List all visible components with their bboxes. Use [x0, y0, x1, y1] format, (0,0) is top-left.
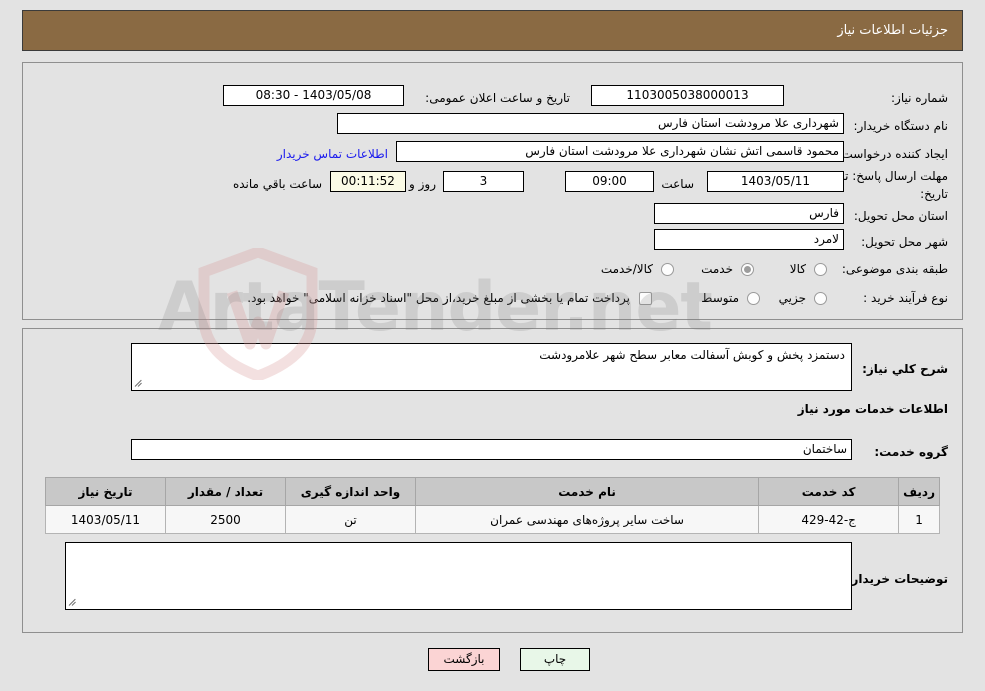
- services-table: ردیف کد خدمت نام خدمت واحد اندازه گیری ت…: [45, 477, 940, 534]
- public-announce-value[interactable]: 1403/05/08 - 08:30: [223, 85, 404, 106]
- subject-class-label: طبقه بندی موضوعی:: [841, 262, 948, 276]
- deadline-label-line1: مهلت ارسال پاسخ: تا: [841, 169, 948, 183]
- print-button[interactable]: چاپ: [520, 648, 590, 671]
- col-row: ردیف: [898, 477, 940, 506]
- cell-row: 1: [898, 505, 940, 534]
- general-desc-label: شرح کلي نیاز:: [862, 362, 948, 376]
- deadline-hour-label: ساعت: [661, 177, 694, 191]
- delivery-province-label: استان محل تحویل:: [853, 209, 948, 223]
- table-header-row: ردیف کد خدمت نام خدمت واحد اندازه گیری ت…: [45, 477, 940, 506]
- buyer-org-label: نام دستگاه خریدار:: [853, 119, 949, 133]
- cell-name: ساخت سایر پروژه‌های مهندسی عمران: [414, 505, 760, 534]
- remaining-days-label: روز و: [409, 177, 436, 191]
- delivery-city-label: شهر محل تحویل:: [861, 235, 948, 249]
- radio-subject-kala-label: کالا: [789, 262, 806, 276]
- page-header-bar: جزئیات اطلاعات نیاز: [22, 10, 963, 51]
- back-button[interactable]: بازگشت: [428, 648, 500, 671]
- radio-process-jozi[interactable]: [814, 292, 827, 305]
- buyer-comments-label: توضیحات خریدار:: [846, 572, 948, 586]
- checkbox-islamic-treasury-label: پرداخت تمام یا بخشی از مبلغ خرید،از محل …: [247, 291, 630, 305]
- radio-subject-kala[interactable]: [814, 263, 827, 276]
- public-announce-label: تاریخ و ساعت اعلان عمومی:: [425, 91, 570, 105]
- requester-value[interactable]: محمود قاسمی اتش نشان شهرداری علا مرودشت …: [396, 141, 844, 162]
- delivery-city-value[interactable]: لامرد: [654, 229, 844, 250]
- countdown-label: ساعت باقي مانده: [232, 177, 322, 191]
- cell-code: ج-42-429: [758, 505, 900, 534]
- radio-process-motevaset[interactable]: [747, 292, 760, 305]
- resize-grip-icon[interactable]: [134, 377, 146, 389]
- cell-unit: تن: [285, 505, 416, 534]
- need-number-label: شماره نیاز:: [891, 91, 948, 105]
- table-row[interactable]: 1 ج-42-429 ساخت سایر پروژه‌های مهندسی عم…: [45, 505, 940, 534]
- col-quantity: تعداد / مقدار: [165, 477, 286, 506]
- need-number-value[interactable]: 1103005038000013: [591, 85, 784, 106]
- col-date: تاریخ نیاز: [45, 477, 166, 506]
- general-desc-value: دستمزد پخش و کوبش آسفالت معابر سطح شهر ع…: [539, 348, 845, 362]
- deadline-label-line2: تاریخ:: [920, 187, 948, 201]
- cell-quantity: 2500: [165, 505, 286, 534]
- remaining-days-value[interactable]: 3: [443, 171, 524, 192]
- radio-process-jozi-label: جزیي: [778, 291, 806, 305]
- col-name: نام خدمت: [414, 477, 760, 506]
- countdown-timer: 00:11:52: [330, 171, 406, 192]
- radio-subject-kala-khedmat-label: کالا/خدمت: [600, 262, 653, 276]
- radio-subject-khedmat[interactable]: [741, 263, 754, 276]
- buyer-contact-link[interactable]: اطلاعات تماس خریدار: [277, 147, 388, 161]
- resize-grip-icon[interactable]: [68, 596, 80, 608]
- general-desc-textarea[interactable]: دستمزد پخش و کوبش آسفالت معابر سطح شهر ع…: [131, 343, 852, 391]
- checkbox-islamic-treasury[interactable]: [639, 292, 652, 305]
- purchase-process-label: نوع فرآیند خرید :: [863, 291, 948, 305]
- radio-subject-kala-khedmat[interactable]: [661, 263, 674, 276]
- services-section-heading: اطلاعات خدمات مورد نیاز: [797, 402, 948, 416]
- buyer-org-value[interactable]: شهرداری علا مرودشت استان فارس: [337, 113, 844, 134]
- delivery-province-value[interactable]: فارس: [654, 203, 844, 224]
- col-unit: واحد اندازه گیری: [285, 477, 416, 506]
- cell-date: 1403/05/11: [45, 505, 166, 534]
- buyer-comments-textarea[interactable]: [65, 542, 852, 610]
- requester-label: ایجاد کننده درخواست:: [837, 147, 948, 161]
- service-group-value[interactable]: ساختمان: [131, 439, 852, 460]
- need-info-panel: شماره نیاز: 1103005038000013 تاریخ و ساع…: [22, 62, 963, 320]
- radio-process-motevaset-label: متوسط: [701, 291, 739, 305]
- service-group-label: گروه خدمت:: [874, 445, 948, 459]
- deadline-hour-value[interactable]: 09:00: [565, 171, 654, 192]
- page-title: جزئیات اطلاعات نیاز: [837, 23, 948, 38]
- col-code: کد خدمت: [758, 477, 900, 506]
- radio-subject-khedmat-label: خدمت: [701, 262, 733, 276]
- deadline-date-value[interactable]: 1403/05/11: [707, 171, 844, 192]
